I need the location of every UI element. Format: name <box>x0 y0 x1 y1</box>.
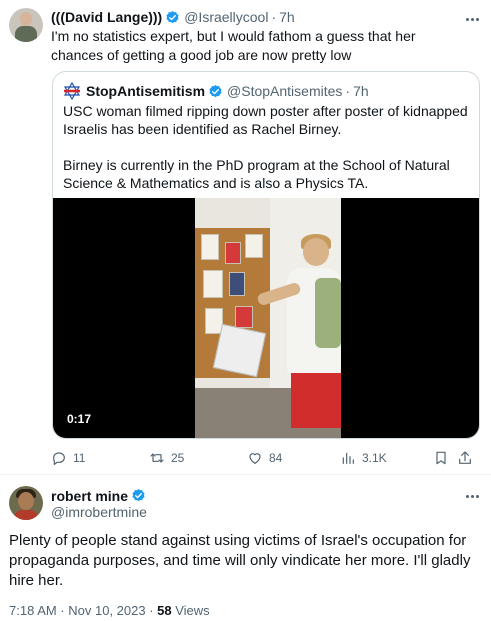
reply-timestamp[interactable]: 7:18 AM · Nov 10, 2023 · <box>9 603 157 618</box>
bookmark-button[interactable] <box>433 448 449 468</box>
verified-badge-icon <box>209 84 222 97</box>
quoted-tweet-time[interactable]: 7h <box>353 83 369 99</box>
quoted-tweet[interactable]: StopAntisemitism @StopAntisemites · 7h U… <box>52 71 480 439</box>
avatar-body <box>15 26 37 42</box>
heart-icon <box>249 453 261 464</box>
share-button[interactable] <box>457 448 473 468</box>
quoted-author-handle[interactable]: @StopAntisemites <box>227 83 342 99</box>
reply-count: 11 <box>73 451 86 465</box>
stopantisemitism-logo-icon[interactable] <box>63 82 81 100</box>
quoted-paragraph-1: USC woman filmed ripping down poster aft… <box>63 103 468 137</box>
avatar[interactable] <box>9 486 43 520</box>
verified-badge-icon <box>166 10 179 23</box>
reply-header: robert mine <box>51 487 150 504</box>
reply-button[interactable]: 11 <box>51 448 85 468</box>
tweet-text: I'm no statistics expert, but I would fa… <box>51 28 416 63</box>
author-handle[interactable]: @Israellycool <box>184 9 268 25</box>
video-duration: 0:17 <box>67 412 92 426</box>
tweet-actions: 11 25 84 3.1K <box>51 448 471 468</box>
reply-author-name[interactable]: robert mine <box>51 488 128 504</box>
tweet-header: (((David Lange))) @Israellycool · 7h <box>51 8 295 26</box>
bookmark-icon <box>436 451 446 465</box>
separator-dot: · <box>345 83 351 99</box>
avatar-head <box>20 12 32 26</box>
author-name[interactable]: (((David Lange))) <box>51 9 162 25</box>
tweet[interactable]: (((David Lange))) @Israellycool · 7h I'm… <box>0 0 491 474</box>
quoted-tweet-header: StopAntisemitism @StopAntisemites · 7h <box>63 82 369 100</box>
quoted-author-name[interactable]: StopAntisemitism <box>86 83 205 99</box>
views-button[interactable]: 3.1K <box>340 448 387 468</box>
avatar-shirt <box>14 510 38 520</box>
avatar[interactable] <box>9 8 43 42</box>
more-options-icon[interactable] <box>463 487 481 505</box>
like-count: 84 <box>269 451 283 465</box>
video-frame <box>195 198 341 438</box>
quoted-paragraph-2: Birney is currently in the PhD program a… <box>63 157 450 191</box>
reply-view-count: 58 <box>157 603 172 618</box>
quoted-tweet-text: USC woman filmed ripping down poster aft… <box>63 102 473 192</box>
more-options-icon[interactable] <box>463 10 481 28</box>
reply-views-label: Views <box>171 603 210 618</box>
like-button[interactable]: 84 <box>247 448 282 468</box>
analytics-icon <box>342 452 354 464</box>
reply-author-handle[interactable]: @imrobertmine <box>51 504 147 520</box>
retweet-icon <box>150 453 164 463</box>
retweet-button[interactable]: 25 <box>149 448 184 468</box>
avatar-face <box>18 492 34 510</box>
separator-dot: · <box>271 9 277 25</box>
reply-text: Plenty of people stand against using vic… <box>9 532 471 589</box>
video-player[interactable]: 0:17 <box>53 198 479 438</box>
share-icon <box>459 451 471 464</box>
reply-icon <box>53 452 65 465</box>
tweet-time[interactable]: 7h <box>279 9 295 25</box>
view-count: 3.1K <box>362 451 387 465</box>
divider <box>0 474 491 475</box>
verified-badge-icon <box>132 488 145 502</box>
reply-metadata: 7:18 AM · Nov 10, 2023 · 58 Views <box>9 603 210 618</box>
retweet-count: 25 <box>171 451 185 465</box>
